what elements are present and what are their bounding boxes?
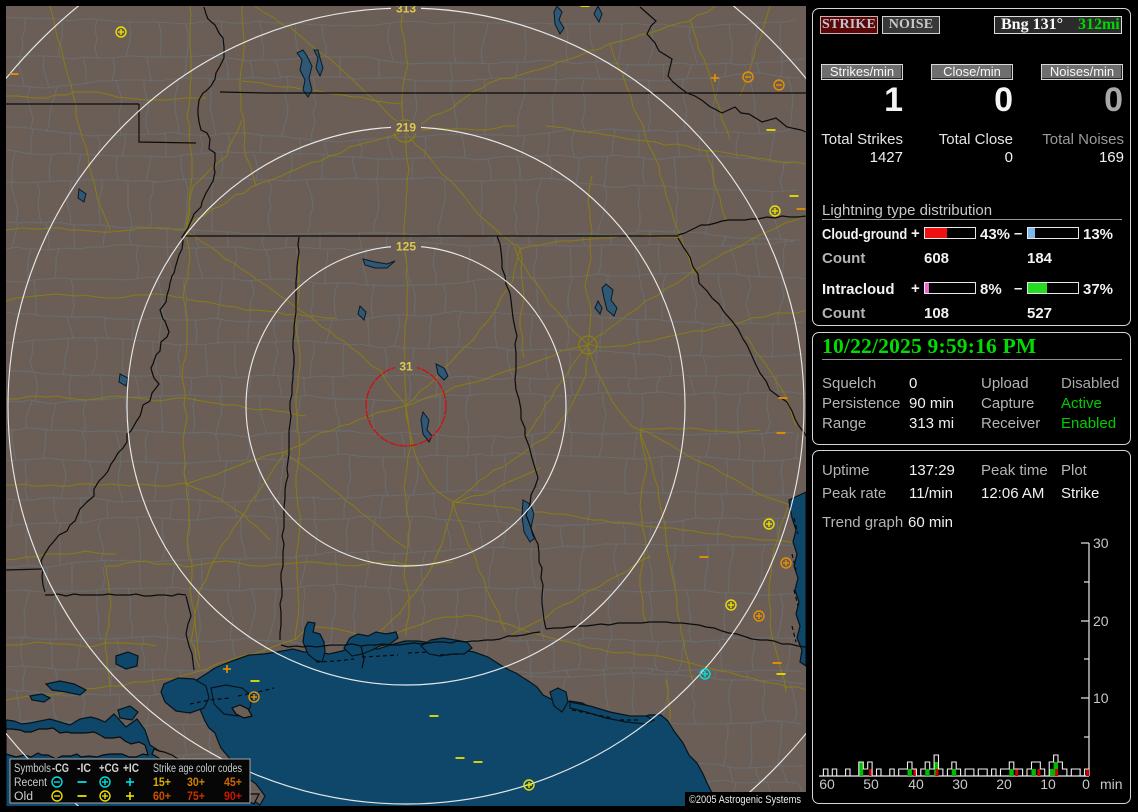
svg-text:30: 30	[952, 776, 968, 792]
svg-text:219: 219	[396, 121, 416, 135]
svg-text:-CG: -CG	[52, 763, 69, 775]
svg-text:Recent: Recent	[14, 777, 48, 789]
svg-text:45+: 45+	[224, 777, 242, 789]
svg-text:60: 60	[819, 776, 835, 792]
svg-text:Old: Old	[14, 791, 33, 803]
svg-text:50: 50	[863, 776, 879, 792]
svg-text:min: min	[1100, 776, 1123, 792]
svg-text:30+: 30+	[187, 777, 205, 789]
svg-text:90+: 90+	[224, 791, 242, 803]
svg-text:10: 10	[1093, 690, 1109, 706]
svg-text:+CG: +CG	[99, 763, 119, 775]
svg-text:Symbols: Symbols	[14, 763, 51, 775]
svg-text:-IC: -IC	[77, 763, 91, 775]
svg-text:+IC: +IC	[123, 763, 139, 775]
svg-text:30: 30	[1093, 535, 1109, 551]
svg-text:125: 125	[396, 240, 416, 254]
svg-text:31: 31	[399, 360, 413, 374]
svg-text:Strike age color codes: Strike age color codes	[153, 763, 242, 775]
svg-text:20: 20	[1093, 613, 1109, 629]
svg-text:20: 20	[996, 776, 1012, 792]
svg-text:313: 313	[396, 6, 416, 16]
svg-text:40: 40	[908, 776, 924, 792]
svg-text:60+: 60+	[153, 791, 171, 803]
svg-text:75+: 75+	[187, 791, 205, 803]
svg-text:©2005 Astrogenic Systems: ©2005 Astrogenic Systems	[689, 794, 801, 806]
svg-text:15+: 15+	[153, 777, 171, 789]
svg-text:0: 0	[1082, 776, 1090, 792]
svg-text:10: 10	[1040, 776, 1056, 792]
